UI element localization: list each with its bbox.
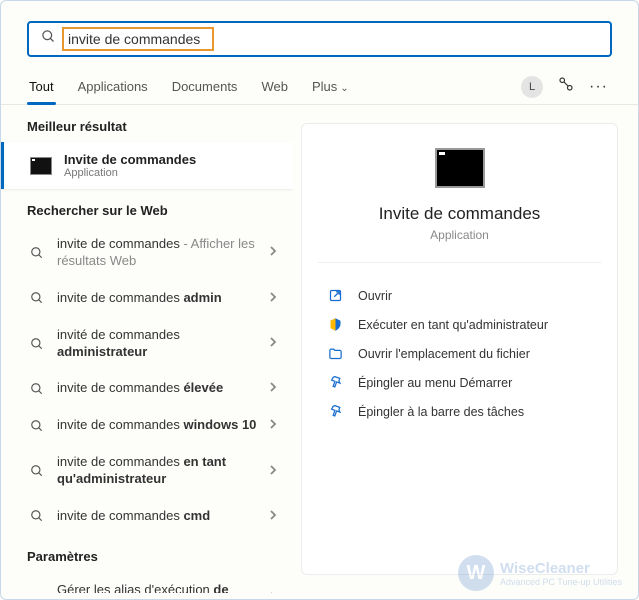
search-icon bbox=[29, 337, 45, 351]
search-input[interactable] bbox=[68, 31, 208, 47]
best-result-header: Meilleur résultat bbox=[1, 105, 293, 142]
open-icon bbox=[326, 288, 344, 303]
web-result-text: invité de commandes administrateur bbox=[57, 327, 269, 361]
web-result-item[interactable]: invite de commandes windows 10 bbox=[1, 407, 293, 444]
web-result-item[interactable]: invite de commandes en tant qu'administr… bbox=[1, 444, 293, 498]
web-result-item[interactable]: invite de commandes admin bbox=[1, 280, 293, 317]
search-icon bbox=[29, 509, 45, 523]
search-icon bbox=[29, 419, 45, 433]
app-links-icon[interactable] bbox=[557, 75, 575, 98]
web-result-text: invite de commandes élevée bbox=[57, 380, 269, 397]
tab-web[interactable]: Web bbox=[259, 69, 290, 104]
web-result-text: invite de commandes windows 10 bbox=[57, 417, 269, 434]
folder-icon bbox=[326, 346, 344, 361]
chevron-right-icon bbox=[269, 464, 277, 479]
tab-documents[interactable]: Documents bbox=[170, 69, 240, 104]
search-icon bbox=[29, 464, 45, 478]
tab-applications[interactable]: Applications bbox=[76, 69, 150, 104]
web-result-text: invite de commandes admin bbox=[57, 290, 269, 307]
cmd-icon bbox=[30, 157, 52, 175]
action-pingler-la-barre-des-t-ches[interactable]: Épingler à la barre des tâches bbox=[322, 397, 597, 426]
settings-sliders-icon bbox=[29, 592, 45, 593]
chevron-right-icon bbox=[269, 381, 277, 396]
pin-icon bbox=[326, 375, 344, 390]
action-label: Épingler à la barre des tâches bbox=[358, 405, 524, 419]
web-result-item[interactable]: invité de commandes administrateur bbox=[1, 317, 293, 371]
chevron-right-icon bbox=[269, 291, 277, 306]
avatar[interactable]: L bbox=[521, 76, 543, 98]
search-input-highlight bbox=[62, 27, 214, 51]
shield-icon bbox=[326, 317, 344, 332]
divider bbox=[318, 262, 601, 263]
tabs: Tout Applications Documents Web Plus⌄ L … bbox=[1, 69, 638, 105]
more-options-icon[interactable]: ··· bbox=[589, 78, 608, 96]
web-result-item[interactable]: invite de commandes - Afficher les résul… bbox=[1, 226, 293, 280]
action-label: Ouvrir l'emplacement du fichier bbox=[358, 347, 530, 361]
chevron-right-icon bbox=[269, 509, 277, 524]
chevron-right-icon bbox=[269, 245, 277, 260]
preview-cmd-icon bbox=[435, 148, 485, 188]
chevron-right-icon bbox=[269, 336, 277, 351]
search-bar[interactable] bbox=[27, 21, 612, 57]
web-result-text: invite de commandes cmd bbox=[57, 508, 269, 525]
search-icon bbox=[41, 29, 56, 49]
best-result-item[interactable]: Invite de commandes Application bbox=[1, 142, 293, 189]
settings-header: Paramètres bbox=[1, 535, 293, 572]
tab-more[interactable]: Plus⌄ bbox=[310, 69, 351, 104]
chevron-down-icon: ⌄ bbox=[340, 83, 348, 94]
chevron-right-icon bbox=[269, 591, 277, 593]
action-ouvrir[interactable]: Ouvrir bbox=[322, 281, 597, 310]
settings-item-text: Gérer les alias d'exécution de l'appli bbox=[57, 582, 269, 593]
search-icon bbox=[29, 291, 45, 305]
action-label: Épingler au menu Démarrer bbox=[358, 376, 512, 390]
action-label: Exécuter en tant qu'administrateur bbox=[358, 318, 548, 332]
search-icon bbox=[29, 246, 45, 260]
preview-subtitle: Application bbox=[322, 228, 597, 242]
web-result-item[interactable]: invite de commandes cmd bbox=[1, 498, 293, 535]
preview-panel: Invite de commandes Application Ouvrir E… bbox=[301, 123, 618, 575]
tab-all[interactable]: Tout bbox=[27, 69, 56, 104]
action-pingler-au-menu-d-marrer[interactable]: Épingler au menu Démarrer bbox=[322, 368, 597, 397]
results-list: Meilleur résultat Invite de commandes Ap… bbox=[1, 105, 293, 593]
preview-title: Invite de commandes bbox=[322, 204, 597, 224]
chevron-right-icon bbox=[269, 418, 277, 433]
web-search-header: Rechercher sur le Web bbox=[1, 189, 293, 226]
web-result-text: invite de commandes en tant qu'administr… bbox=[57, 454, 269, 488]
action-label: Ouvrir bbox=[358, 289, 392, 303]
best-result-title: Invite de commandes bbox=[64, 152, 196, 167]
pin-icon bbox=[326, 404, 344, 419]
web-result-item[interactable]: invite de commandes élevée bbox=[1, 370, 293, 407]
best-result-subtitle: Application bbox=[64, 167, 196, 179]
web-result-text: invite de commandes - Afficher les résul… bbox=[57, 236, 269, 270]
action-ouvrir-l-emplacement-du-fichier[interactable]: Ouvrir l'emplacement du fichier bbox=[322, 339, 597, 368]
search-icon bbox=[29, 382, 45, 396]
action-ex-cuter-en-tant-qu-administrateur[interactable]: Exécuter en tant qu'administrateur bbox=[322, 310, 597, 339]
settings-item[interactable]: Gérer les alias d'exécution de l'appli bbox=[1, 572, 293, 593]
